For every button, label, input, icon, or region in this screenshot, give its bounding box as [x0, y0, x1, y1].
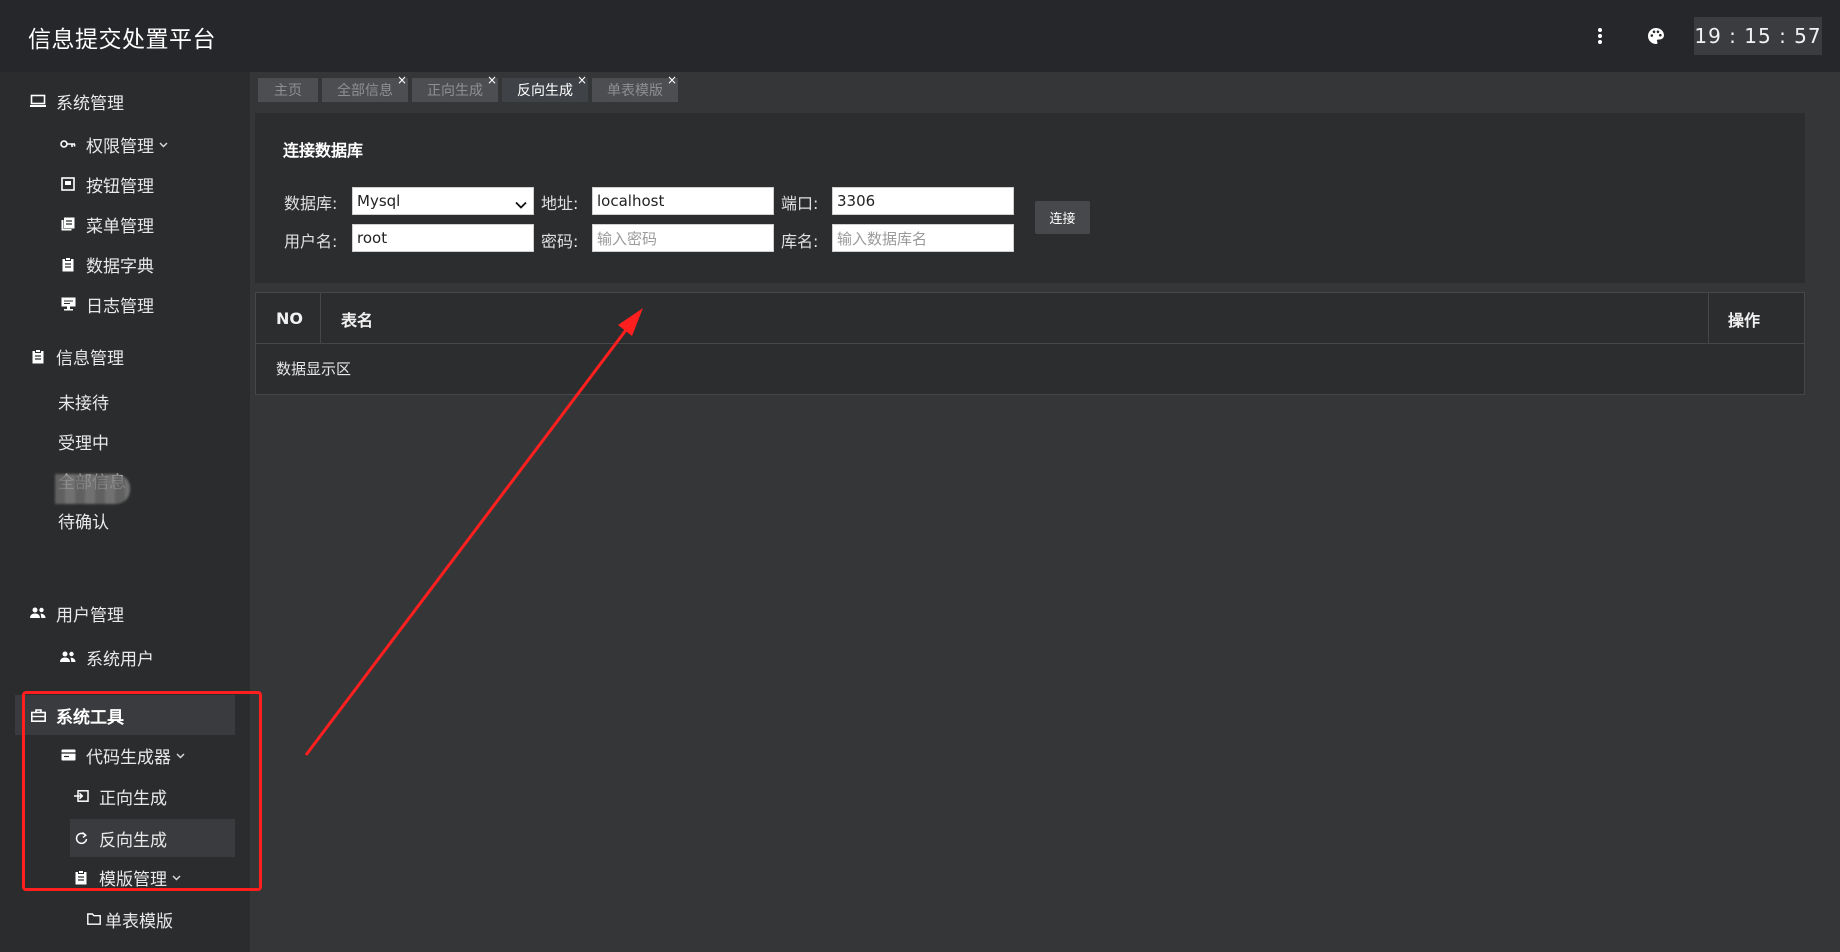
close-icon[interactable]: ×: [577, 74, 587, 86]
clipboard-icon: [30, 348, 46, 364]
tab-label: 全部信息: [337, 83, 393, 99]
sidebar-item-pending[interactable]: 未接待: [58, 384, 109, 418]
close-icon[interactable]: ×: [487, 74, 497, 86]
password-label: 密码:: [541, 232, 579, 251]
tab-forward-gen[interactable]: 正向生成 ×: [412, 74, 498, 102]
db-connect-panel: 连接数据库 数据库: Mysql 地址: localhost 端口: 3306 …: [255, 113, 1805, 283]
tab-single-template[interactable]: 单表模版 ×: [592, 74, 678, 102]
users-icon: [60, 649, 76, 665]
sidebar-item-label: 按钮管理: [86, 176, 154, 197]
close-icon[interactable]: ×: [667, 74, 677, 86]
sidebar-group-label: 信息管理: [56, 348, 124, 369]
username-label: 用户名:: [284, 232, 338, 251]
sidebar-group-label: 系统工具: [56, 707, 124, 728]
sidebar-item-label: 未接待: [58, 393, 109, 414]
sidebar-item-label: 单表模版: [105, 911, 173, 932]
connect-button[interactable]: 连接: [1035, 201, 1090, 234]
monitor-icon: [30, 93, 46, 109]
sidebar-item-label: 权限管理: [86, 136, 154, 157]
sidebar-item-template-mgmt[interactable]: 模版管理: [73, 860, 181, 894]
db-type-label: 数据库:: [284, 194, 338, 213]
sidebar-item-forward-gen[interactable]: 正向生成: [73, 779, 167, 813]
tab-reverse-gen[interactable]: 反向生成 ×: [502, 74, 588, 102]
password-input[interactable]: 输入密码: [592, 224, 774, 252]
table-header-row: NO 表名 操作: [256, 293, 1804, 344]
table-empty-text: 数据显示区: [276, 360, 352, 378]
sidebar-group-label: 用户管理: [56, 605, 124, 626]
tables-grid: NO 表名 操作 数据显示区: [255, 292, 1805, 395]
sidebar-item-processing[interactable]: 受理中: [58, 424, 109, 458]
desktop-icon: [60, 296, 76, 312]
sidebar-item-label: 正向生成: [99, 788, 167, 809]
sidebar-item-label: 代码生成器: [86, 747, 171, 768]
tab-label: 单表模版: [607, 83, 663, 99]
address-label: 地址:: [541, 194, 579, 213]
sidebar-item-label: 系统用户: [86, 649, 154, 670]
sidebar-item-code-generator[interactable]: 代码生成器: [60, 738, 185, 772]
key-icon: [60, 136, 76, 152]
chevron-down-icon: [176, 749, 185, 762]
username-input[interactable]: root: [352, 224, 534, 252]
sidebar-item-reverse-gen[interactable]: 反向生成: [73, 821, 167, 855]
sidebar-item-label: 日志管理: [86, 296, 154, 317]
column-divider: [1708, 293, 1709, 344]
sidebar-item-label: 模版管理: [99, 869, 167, 890]
card-icon: [60, 747, 76, 763]
palette-icon[interactable]: [1644, 24, 1668, 48]
tab-label: 主页: [274, 83, 302, 99]
refresh-icon: [73, 830, 89, 846]
port-input[interactable]: 3306: [832, 187, 1014, 215]
column-divider: [320, 293, 321, 344]
sidebar-group-info[interactable]: 信息管理: [30, 339, 124, 373]
db-type-value: Mysql: [357, 192, 401, 210]
tab-all-info[interactable]: 全部信息 ×: [322, 74, 408, 102]
sidebar-item-single-template[interactable]: 单表模版: [86, 902, 173, 936]
menu-book-icon: [60, 216, 76, 232]
top-header: 信息提交处置平台 19 : 15 : 57: [0, 0, 1840, 72]
column-header-table-name: 表名: [341, 310, 374, 330]
sidebar-item-label: 反向生成: [99, 830, 167, 851]
address-input[interactable]: localhost: [592, 187, 774, 215]
chevron-down-icon: [172, 871, 181, 884]
column-header-no: NO: [276, 309, 303, 328]
login-icon: [73, 788, 89, 804]
square-button-icon: [60, 176, 76, 192]
more-vertical-icon[interactable]: [1588, 24, 1612, 48]
dbname-label: 库名:: [781, 232, 819, 251]
sidebar-group-system[interactable]: 系统管理: [30, 84, 124, 118]
toolbox-icon: [30, 707, 46, 723]
sidebar-item-to-confirm[interactable]: 待确认: [58, 503, 109, 537]
sidebar-item-menu-mgmt[interactable]: 菜单管理: [60, 207, 154, 241]
sidebar-group-tools[interactable]: 系统工具: [30, 695, 124, 735]
sidebar-group-users[interactable]: 用户管理: [30, 596, 124, 630]
tab-label: 反向生成: [517, 83, 573, 99]
clipboard-icon: [73, 869, 89, 885]
chevron-down-icon: [515, 195, 527, 213]
dbname-input[interactable]: 输入数据库名: [832, 224, 1014, 252]
sidebar-item-label: 菜单管理: [86, 216, 154, 237]
sidebar-item-label: 受理中: [58, 433, 109, 454]
tab-label: 正向生成: [427, 83, 483, 99]
sidebar-item-button-mgmt[interactable]: 按钮管理: [60, 167, 154, 201]
port-label: 端口:: [781, 194, 819, 213]
sidebar-item-system-user[interactable]: 系统用户: [60, 640, 154, 674]
redacted-item: [55, 474, 130, 504]
tab-home[interactable]: 主页: [258, 78, 318, 102]
chevron-down-icon: [159, 138, 168, 151]
sidebar-item-label: 数据字典: [86, 256, 154, 277]
column-header-actions: 操作: [1728, 310, 1761, 330]
sidebar-item-permission[interactable]: 权限管理: [60, 127, 168, 161]
clipboard-icon: [60, 256, 76, 272]
app-title: 信息提交处置平台: [28, 27, 216, 53]
close-icon[interactable]: ×: [397, 74, 407, 86]
folder-icon: [86, 911, 102, 927]
sidebar-item-data-dict[interactable]: 数据字典: [60, 247, 154, 281]
db-type-select[interactable]: Mysql: [352, 187, 534, 215]
sidebar-group-label: 系统管理: [56, 93, 124, 114]
sidebar-item-log-mgmt[interactable]: 日志管理: [60, 287, 154, 321]
panel-title: 连接数据库: [283, 141, 364, 160]
users-icon: [30, 605, 46, 621]
sidebar-item-label: 待确认: [58, 512, 109, 533]
clock-display: 19 : 15 : 57: [1694, 17, 1822, 55]
